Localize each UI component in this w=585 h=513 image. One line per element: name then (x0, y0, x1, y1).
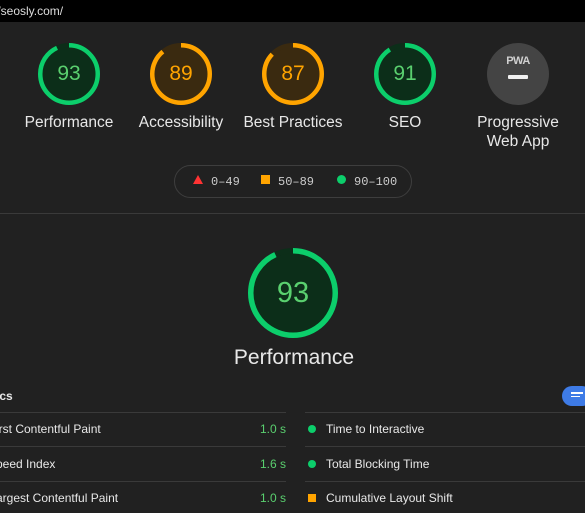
legend-pass: 90–100 (337, 175, 397, 189)
lines-icon (571, 392, 583, 400)
pwa-badge: PWA (487, 43, 549, 105)
metric-value: 1.6 s (259, 457, 286, 471)
average-square-icon (308, 494, 316, 502)
category-label: Progressive Web App (458, 113, 578, 151)
legend-average-label: 50–89 (278, 175, 315, 189)
circle-icon (337, 175, 346, 185)
gauge-accessibility[interactable]: 89 Accessibility (121, 43, 241, 132)
main-score-value: 93 (276, 277, 310, 309)
metric-divider (0, 481, 286, 482)
score-value: 89 (169, 62, 193, 85)
gauge-performance[interactable]: 93 Performance (9, 43, 129, 132)
category-label: Best Practices (243, 114, 343, 131)
metric-divider (305, 412, 585, 413)
score-legend: 0–49 50–89 90–100 (174, 165, 412, 198)
score-ring: 89 (150, 43, 212, 105)
legend-average: 50–89 (261, 175, 314, 189)
pass-circle-icon (308, 425, 316, 433)
metric-divider (305, 481, 585, 482)
pwa-label-line1: Progressive (477, 114, 559, 131)
metric-label: irst Contentful Paint (0, 422, 101, 436)
metric-divider (0, 412, 286, 413)
metric-value: 1.0 s (259, 422, 286, 436)
legend-fail: 0–49 (193, 175, 240, 189)
metric-divider (0, 446, 286, 447)
score-ring: 87 (262, 43, 324, 105)
pwa-icon: PWA (506, 55, 530, 67)
score-value: 87 (281, 62, 305, 85)
dash-icon (508, 75, 528, 79)
view-toggle-button[interactable] (562, 386, 585, 406)
score-value: 93 (57, 62, 81, 85)
triangle-icon (193, 175, 203, 185)
gauge-best-practices[interactable]: 87 Best Practices (233, 43, 353, 132)
main-score-title: Performance (233, 346, 355, 369)
metrics-heading: ics (0, 389, 13, 403)
score-ring: 93 (38, 43, 100, 105)
legend-fail-label: 0–49 (211, 175, 240, 189)
metric-label: argest Contentful Paint (0, 491, 119, 505)
score-ring: 91 (374, 43, 436, 105)
metric-label: peed Index (0, 457, 56, 471)
metric-divider (305, 446, 585, 447)
metric-label: Time to Interactive (326, 422, 425, 436)
category-label: Accessibility (138, 114, 224, 131)
gauge-seo[interactable]: 91 SEO (345, 43, 465, 132)
metric-label: Total Blocking Time (326, 457, 430, 471)
url-bar[interactable]: //seosly.com/ (0, 0, 585, 22)
score-value: 91 (393, 62, 417, 85)
main-score-gauge: 93 (248, 248, 338, 338)
pwa-label-line2: Web App (486, 133, 550, 150)
pass-circle-icon (308, 460, 316, 468)
url-text: //seosly.com/ (0, 4, 64, 18)
category-label: SEO (388, 114, 422, 131)
section-divider (0, 213, 585, 214)
square-icon (261, 175, 270, 185)
metric-label: Cumulative Layout Shift (326, 491, 453, 505)
legend-pass-label: 90–100 (354, 175, 398, 189)
gauge-pwa[interactable]: PWA Progressive Web App (458, 43, 578, 151)
metric-value: 1.0 s (259, 491, 286, 505)
category-label: Performance (24, 114, 114, 131)
